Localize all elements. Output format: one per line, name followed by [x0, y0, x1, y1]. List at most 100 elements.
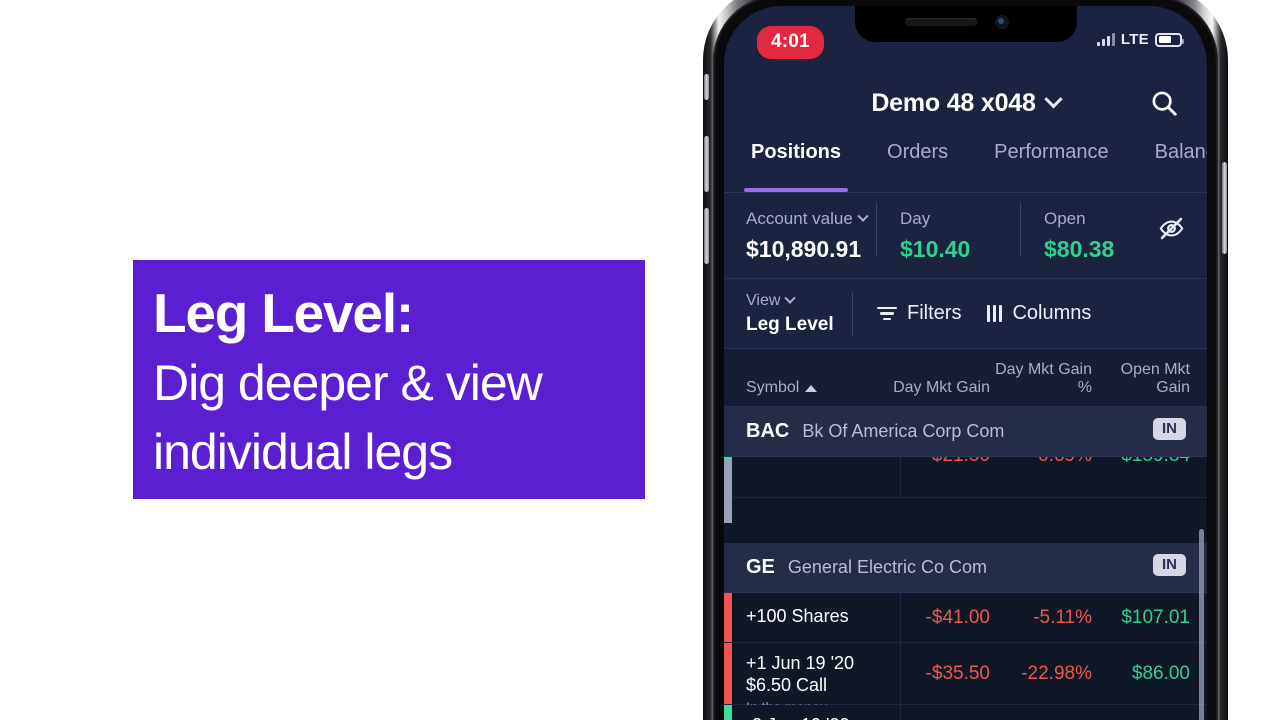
volume-up-button[interactable]: [704, 136, 709, 192]
leg-day-mkt-gain-pct: -22.98%: [1021, 662, 1092, 684]
cell-divider: [900, 457, 901, 498]
open-value: $80.38: [1044, 235, 1115, 262]
earpiece-speaker-icon: [904, 18, 977, 26]
column-header-day-mkt-gain-pct[interactable]: Day Mkt Gain %: [994, 361, 1096, 397]
leg-row-bac-clipped[interactable]: In the money -$21.50 -0.69% $159.84: [724, 457, 1207, 543]
leg-day-mkt-gain: -$21.50: [892, 457, 994, 497]
hide-values-button[interactable]: [1158, 215, 1185, 247]
leg-open-mkt-gain: $86.00: [1131, 662, 1190, 684]
table-header-row: Symbol Day Mkt Gain Day Mkt Gain % Open …: [724, 349, 1207, 407]
open-gain-cell: Open $80.38: [1020, 202, 1170, 263]
column-header-day-mkt-gain[interactable]: Day Mkt Gain: [892, 379, 994, 397]
leg-side-indicator: [724, 593, 732, 642]
cell-divider: [900, 705, 901, 720]
filters-button[interactable]: Filters: [877, 302, 961, 325]
account-summary-bar: Account value $10,890.91 Day $10.40 Open…: [724, 193, 1207, 279]
view-selector[interactable]: View Leg Level: [746, 292, 852, 336]
account-name-label: Demo 48 x048: [871, 88, 1036, 117]
status-badge: IN: [1153, 554, 1186, 576]
columns-label: Columns: [1012, 302, 1092, 324]
battery-icon: [1155, 32, 1184, 47]
chevron-down-icon: [1043, 89, 1063, 108]
group-symbol: BAC: [746, 420, 790, 442]
columns-button[interactable]: Columns: [987, 302, 1091, 325]
column-header-open-mkt-gain[interactable]: Open Mkt Gain: [1096, 361, 1204, 397]
column-header-symbol-label: Symbol: [746, 379, 800, 397]
filter-icon: [877, 306, 897, 321]
account-value-label-row: Account value: [746, 209, 876, 229]
account-value-cell[interactable]: Account value $10,890.91: [746, 209, 876, 263]
status-badge: IN: [1153, 418, 1186, 440]
leg-side-indicator: [724, 643, 732, 704]
cell-divider: [900, 643, 901, 704]
vertical-scrollbar[interactable]: [1199, 529, 1204, 720]
open-label: Open: [1044, 208, 1086, 228]
leg-side-indicator: [724, 705, 732, 720]
leg-title: +1 Jun 19 '20 $6.50 Call: [746, 653, 855, 695]
silent-switch[interactable]: [704, 74, 709, 100]
screenshot-canvas: Leg Level: Dig deeper & view individual …: [0, 0, 1280, 720]
tab-balances[interactable]: Balances: [1132, 137, 1207, 192]
leg-day-mkt-gain: -$41.00: [925, 606, 990, 628]
phone-notch: [854, 6, 1077, 42]
phone-mockup: 4:01 LTE Demo 48 x048 Positions Orders P…: [703, 0, 1228, 720]
promo-banner: Leg Level: Dig deeper & view individual …: [133, 260, 645, 499]
column-header-symbol[interactable]: Symbol: [724, 379, 892, 397]
view-toolbar: View Leg Level Filters Columns: [724, 279, 1207, 349]
status-bar-clock: 4:01: [757, 26, 824, 59]
front-camera-icon: [994, 15, 1009, 29]
leg-description: In the money: [724, 457, 892, 497]
volume-down-button[interactable]: [704, 208, 709, 264]
leg-title: +100 Shares: [746, 606, 849, 626]
day-gain-cell: Day $10.40: [876, 202, 1020, 263]
group-symbol: GE: [746, 556, 775, 578]
positions-table[interactable]: Symbol Day Mkt Gain Day Mkt Gain % Open …: [724, 349, 1207, 720]
leg-day-mkt-gain: $67.00: [892, 705, 994, 720]
account-selector[interactable]: Demo 48 x048: [871, 88, 1063, 118]
leg-day-mkt-gain-pct: -5.11%: [1033, 606, 1092, 628]
leg-scroll-handle[interactable]: [724, 459, 732, 523]
day-value: $10.40: [900, 235, 971, 262]
leg-open-mkt-gain: -$120.00: [1096, 705, 1204, 720]
columns-icon: [987, 305, 1003, 322]
sort-ascending-icon: [805, 384, 818, 392]
view-value: Leg Level: [746, 313, 834, 335]
search-button[interactable]: [1149, 88, 1179, 118]
tab-performance[interactable]: Performance: [971, 137, 1132, 192]
leg-day-mkt-gain-pct: -30.59%: [994, 705, 1096, 720]
status-bar-indicators: LTE: [1096, 31, 1184, 48]
table-row[interactable]: -2 Jun 19 '20$7 Call $67.00 -30.59% -$12…: [724, 705, 1207, 720]
promo-subline-1: Dig deeper & view: [153, 355, 543, 411]
search-icon: [1152, 91, 1177, 116]
leg-day-mkt-gain: -$35.50: [925, 662, 990, 684]
chevron-down-icon: [857, 210, 869, 222]
tab-positions[interactable]: Positions: [728, 137, 864, 192]
eye-off-icon: [1159, 217, 1184, 240]
leg-day-mkt-gain-pct: -0.69%: [994, 457, 1096, 497]
promo-subline-2: individual legs: [153, 424, 453, 480]
app-header: Demo 48 x048: [724, 64, 1207, 142]
group-row-ge[interactable]: GE General Electric Co Com IN: [724, 543, 1207, 593]
leg-open-mkt-gain: $107.01: [1121, 606, 1190, 628]
main-tabs[interactable]: Positions Orders Performance Balances: [724, 137, 1207, 193]
leg-open-mkt-gain: $159.84: [1096, 457, 1204, 497]
account-value-amount: $10,890.91: [746, 235, 862, 262]
promo-headline: Leg Level:: [153, 282, 414, 344]
account-value-label: Account value: [746, 208, 853, 228]
tab-orders[interactable]: Orders: [864, 137, 971, 192]
phone-screen: 4:01 LTE Demo 48 x048 Positions Orders P…: [724, 6, 1207, 720]
toolbar-divider: [852, 291, 853, 336]
table-row[interactable]: In the money -$21.50 -0.69% $159.84: [724, 457, 1207, 523]
filters-label: Filters: [907, 302, 962, 324]
table-row[interactable]: +1 Jun 19 '20$6.50 Call In the money -$3…: [724, 643, 1207, 715]
group-name: Bk Of America Corp Com: [802, 421, 1005, 441]
view-label: View: [746, 291, 781, 309]
leg-description: -2 Jun 19 '20$7 Call: [724, 705, 892, 720]
cell-divider: [900, 593, 901, 642]
group-name: General Electric Co Com: [787, 557, 987, 577]
leg-description: +1 Jun 19 '20$6.50 Call In the money: [724, 643, 892, 715]
power-button[interactable]: [1222, 162, 1227, 254]
group-row-bac[interactable]: BAC Bk Of America Corp Com IN: [724, 407, 1207, 457]
table-row[interactable]: +100 Shares -$41.00 -5.11% $107.01: [724, 593, 1207, 643]
leg-title: -2 Jun 19 '20$7 Call: [746, 715, 884, 720]
